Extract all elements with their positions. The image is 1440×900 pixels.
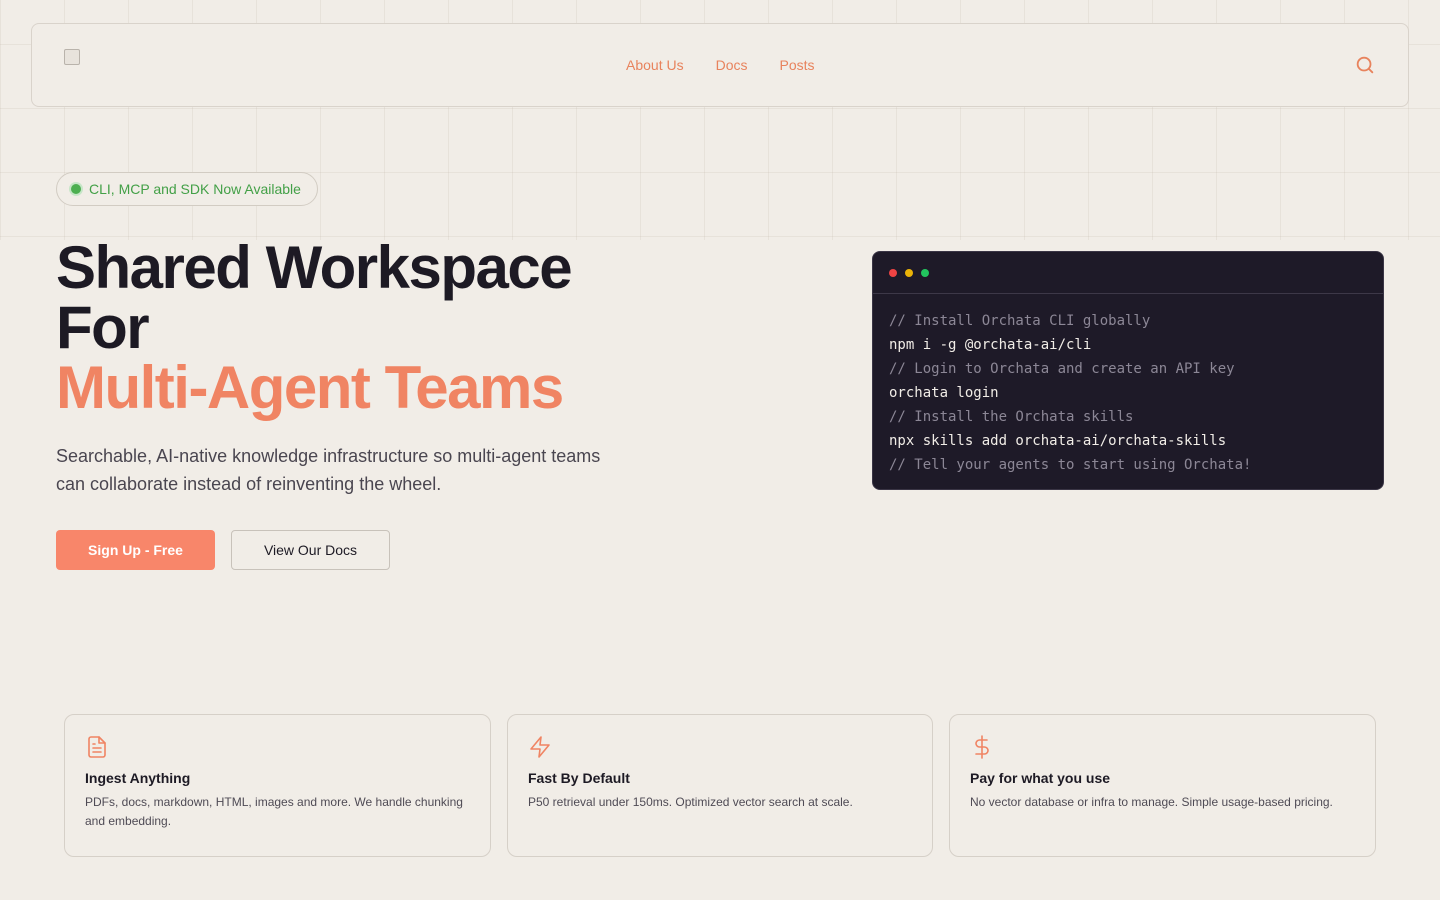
hero-title-line-1: Shared Workspace [56, 234, 573, 301]
feature-title: Fast By Default [528, 770, 630, 786]
minimize-dot-icon [905, 268, 913, 277]
nav-link-docs[interactable]: Docs [716, 57, 748, 73]
announcement-badge: CLI, MCP and SDK Now Available [56, 172, 318, 206]
badge-text: CLI, MCP and SDK Now Available [89, 181, 301, 197]
feature-description: P50 retrieval under 150ms. Optimized vec… [528, 795, 853, 809]
lightning-icon [528, 735, 552, 759]
feature-description: No vector database or infra to manage. S… [970, 795, 1333, 809]
sign-up-button[interactable]: Sign Up - Free [56, 530, 215, 570]
feature-title: Ingest Anything [85, 770, 191, 786]
terminal-command-line: orchata login [889, 385, 999, 401]
feature-title: Pay for what you use [970, 770, 1111, 786]
hero-title-accent: Multi-Agent Teams [56, 354, 564, 421]
maximize-dot-icon [921, 268, 929, 277]
feature-description: PDFs, docs, markdown, HTML, images and m… [85, 795, 463, 828]
hero-title-line-2: For [56, 294, 150, 361]
terminal-title-bar [873, 252, 1383, 294]
terminal-comment-line: // Tell your agents to start using Orcha… [889, 457, 1252, 473]
terminal-comment-line: // Install the Orchata skills [889, 409, 1134, 425]
dollar-icon [970, 735, 994, 759]
feature-card-ingest: Ingest Anything PDFs, docs, markdown, HT… [64, 714, 491, 857]
feature-card-fast: Fast By Default P50 retrieval under 150m… [507, 714, 933, 857]
nav-link-about-us[interactable]: About Us [626, 57, 684, 73]
hero-subtitle: Searchable, AI-native knowledge infrastr… [56, 446, 601, 494]
view-docs-button[interactable]: View Our Docs [231, 530, 390, 570]
terminal-command-line: npm i -g @orchata-ai/cli [889, 337, 1092, 353]
terminal-command-line: npx skills add orchata-ai/orchata-skills [889, 433, 1227, 449]
terminal-window: // Install Orchata CLI globally npm i -g… [872, 251, 1384, 490]
hero-title: Shared Workspace For Multi-Agent Teams [56, 238, 676, 418]
status-dot-icon [71, 184, 81, 194]
terminal-body: // Install Orchata CLI globally npm i -g… [873, 294, 1383, 489]
logo-image[interactable] [64, 49, 80, 65]
nav-link-posts[interactable]: Posts [780, 57, 815, 73]
terminal-comment-line: // Install Orchata CLI globally [889, 313, 1151, 329]
search-icon[interactable] [1354, 54, 1376, 76]
close-dot-icon [889, 268, 897, 277]
navbar: About Us Docs Posts [31, 23, 1409, 107]
document-icon [85, 735, 109, 759]
feature-card-pricing: Pay for what you use No vector database … [949, 714, 1376, 857]
terminal-comment-line: // Login to Orchata and create an API ke… [889, 361, 1235, 377]
nav-links: About Us Docs Posts [626, 57, 815, 73]
